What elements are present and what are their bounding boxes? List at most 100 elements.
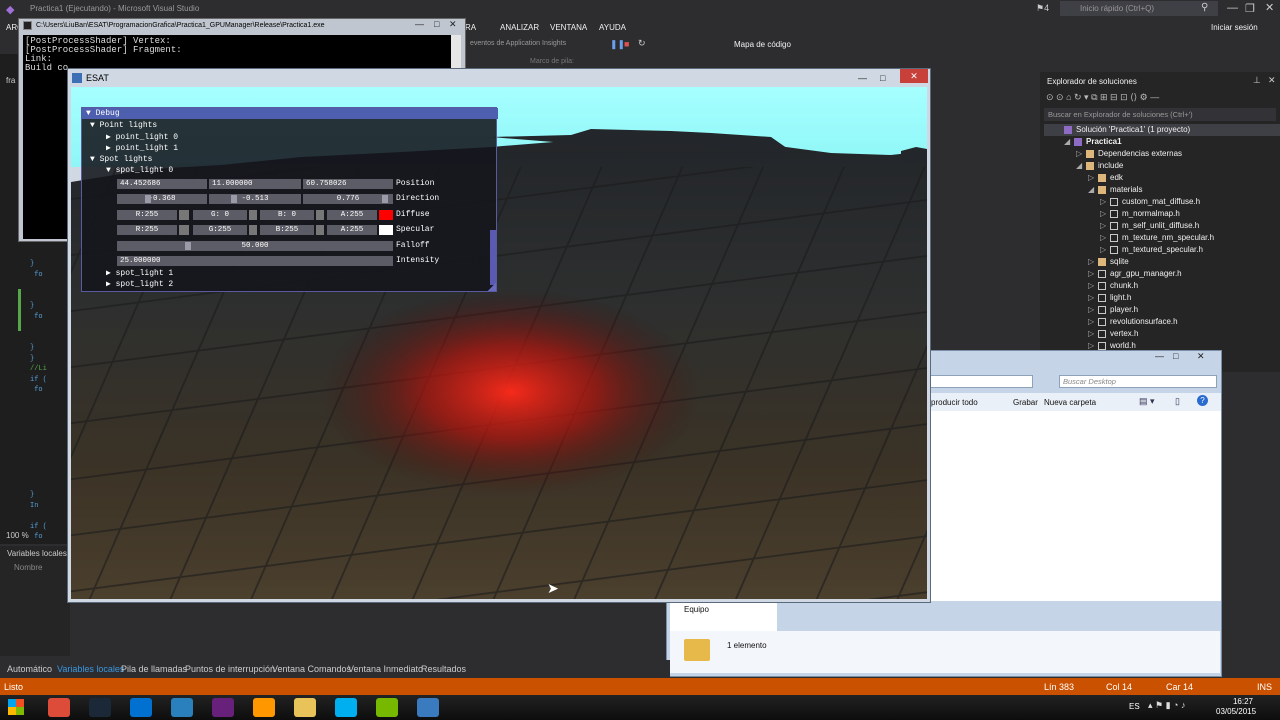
tree-point-light-0[interactable]: ▶ point_light 0 bbox=[106, 133, 178, 143]
imgui-resize-grip[interactable] bbox=[488, 283, 496, 291]
expand-arrow-icon[interactable]: ▷ bbox=[1100, 220, 1110, 232]
console-minimize-icon[interactable]: — bbox=[415, 19, 424, 29]
expand-arrow-icon[interactable]: ▷ bbox=[1088, 256, 1098, 268]
close-icon[interactable]: ✕ bbox=[1265, 1, 1274, 14]
stop-icon[interactable]: ■ bbox=[624, 39, 629, 49]
imgui-scrollbar[interactable] bbox=[490, 230, 496, 285]
tab-puntos-de-interrupcion[interactable]: Puntos de interrupción bbox=[185, 664, 275, 674]
expand-arrow-icon[interactable]: ▷ bbox=[1100, 232, 1110, 244]
slider-grab[interactable] bbox=[231, 195, 237, 203]
diffuse-a-field[interactable]: A:255 bbox=[327, 210, 377, 220]
menu-ventana[interactable]: VENTANA bbox=[550, 23, 587, 32]
specular-g-grab[interactable] bbox=[249, 225, 257, 235]
clock-time[interactable]: 16:27 bbox=[1226, 697, 1260, 706]
diffuse-color-swatch[interactable] bbox=[379, 210, 393, 220]
tray-icons[interactable]: ▴ ⚑ ▮ ◔ ♪ bbox=[1148, 700, 1185, 711]
explorer-minimize-icon[interactable]: — bbox=[1155, 351, 1164, 361]
start-button-icon[interactable] bbox=[8, 699, 24, 715]
tree-point-light-1[interactable]: ▶ point_light 1 bbox=[106, 144, 178, 154]
menu-herramientas[interactable]: RA bbox=[465, 23, 476, 32]
expand-arrow-icon[interactable]: ▷ bbox=[1100, 244, 1110, 256]
notification-flag-icon[interactable]: ⚑4 bbox=[1036, 3, 1049, 14]
expand-arrow-icon[interactable]: ▷ bbox=[1088, 316, 1098, 328]
tree-point-lights[interactable]: ▼ Point lights bbox=[90, 121, 157, 131]
expand-arrow-icon[interactable]: ◢ bbox=[1088, 184, 1098, 196]
explorer-search-input[interactable]: Buscar Desktop bbox=[1059, 375, 1217, 388]
expand-arrow-icon[interactable]: ◢ bbox=[1076, 160, 1086, 172]
uplay-icon[interactable] bbox=[130, 698, 152, 717]
quick-launch-input[interactable]: Inicio rápido (Ctrl+Q) bbox=[1060, 1, 1218, 16]
solution-search-input[interactable]: Buscar en Explorador de soluciones (Ctrl… bbox=[1044, 108, 1276, 121]
diffuse-b-field[interactable]: B: 0 bbox=[260, 210, 314, 220]
solution-tree-item[interactable]: ▷ m_texture_nm_specular.h bbox=[1100, 232, 1214, 244]
explorer-maximize-icon[interactable]: □ bbox=[1173, 351, 1178, 361]
expand-arrow-icon[interactable]: ▷ bbox=[1088, 280, 1098, 292]
solution-tree-item[interactable]: ▷ m_self_unlit_diffuse.h bbox=[1100, 220, 1199, 232]
address-bar[interactable] bbox=[929, 375, 1033, 388]
close-panel-icon[interactable]: ✕ bbox=[1268, 75, 1276, 86]
tab-ventana-inmediato[interactable]: Ventana Inmediato bbox=[348, 664, 423, 674]
file-explorer-icon[interactable] bbox=[294, 698, 316, 717]
tree-spot-light-2[interactable]: ▶ spot_light 2 bbox=[106, 280, 173, 290]
direction-x-slider[interactable]: -0.368 bbox=[117, 194, 207, 204]
solution-tree-item[interactable]: ▷ light.h bbox=[1088, 292, 1131, 304]
diffuse-g-grab[interactable] bbox=[249, 210, 257, 220]
sublime-icon[interactable] bbox=[253, 698, 275, 717]
expand-arrow-icon[interactable]: ▷ bbox=[1100, 196, 1110, 208]
slider-grab[interactable] bbox=[185, 242, 191, 250]
specular-b-grab[interactable] bbox=[316, 225, 324, 235]
solution-tree-item[interactable]: ▷ sqlite bbox=[1088, 256, 1129, 268]
diffuse-g-field[interactable]: G: 0 bbox=[193, 210, 247, 220]
solution-tree-item[interactable]: ▷ Dependencias externas bbox=[1076, 148, 1182, 160]
solution-tree-item[interactable]: ◢ materials bbox=[1088, 184, 1142, 196]
position-x-field[interactable]: 44.452686 bbox=[117, 179, 207, 189]
tree-spot-lights[interactable]: ▼ Spot lights bbox=[90, 155, 152, 165]
specular-r-grab[interactable] bbox=[179, 225, 189, 235]
specular-b-field[interactable]: B:255 bbox=[260, 225, 314, 235]
intensity-field[interactable]: 25.000000 bbox=[117, 256, 393, 266]
sign-in-link[interactable]: Iniciar sesión bbox=[1211, 23, 1258, 32]
solution-tree-item[interactable]: ▷ edk bbox=[1088, 172, 1123, 184]
slider-grab[interactable] bbox=[382, 195, 388, 203]
tree-spot-light-1[interactable]: ▶ spot_light 1 bbox=[106, 269, 173, 279]
diffuse-r-grab[interactable] bbox=[179, 210, 189, 220]
application-insights-dropdown[interactable]: eventos de Application Insights bbox=[470, 40, 566, 47]
menu-analizar[interactable]: ANALIZAR bbox=[500, 23, 539, 32]
language-indicator[interactable]: ES bbox=[1129, 702, 1140, 711]
view-options-icon[interactable]: ▤ ▾ bbox=[1139, 396, 1155, 407]
menu-ayuda[interactable]: AYUDA bbox=[599, 23, 626, 32]
explorer-close-icon[interactable]: ✕ bbox=[1197, 351, 1205, 362]
nvidia-icon[interactable] bbox=[376, 698, 398, 717]
solution-tree-item[interactable]: Solución 'Practica1' (1 proyecto) bbox=[1044, 124, 1280, 136]
expand-arrow-icon[interactable]: ▷ bbox=[1088, 268, 1098, 280]
help-icon[interactable]: ? bbox=[1197, 395, 1208, 406]
chrome-icon[interactable] bbox=[48, 698, 70, 717]
specular-color-swatch[interactable] bbox=[379, 225, 393, 235]
pin-icon[interactable]: ⊥ bbox=[1253, 75, 1261, 86]
slider-grab[interactable] bbox=[145, 195, 151, 203]
esat-maximize-icon[interactable]: □ bbox=[880, 69, 885, 87]
imgui-title-bar[interactable]: ▼ Debug bbox=[82, 108, 498, 119]
steam-icon[interactable] bbox=[89, 698, 111, 717]
tab-variables-locales[interactable]: Variables locales bbox=[57, 664, 124, 674]
solution-tree-item[interactable]: ▷ revolutionsurface.h bbox=[1088, 316, 1178, 328]
play-all-button[interactable]: producir todo bbox=[931, 398, 978, 407]
skype-icon[interactable] bbox=[335, 698, 357, 717]
solution-tree-item[interactable]: ▷ chunk.h bbox=[1088, 280, 1138, 292]
console-maximize-icon[interactable]: □ bbox=[434, 19, 439, 29]
solution-tree-item[interactable]: ▷ m_normalmap.h bbox=[1100, 208, 1180, 220]
position-y-field[interactable]: 11.000000 bbox=[209, 179, 301, 189]
console-close-icon[interactable]: ✕ bbox=[449, 19, 457, 30]
collapse-arrow-icon[interactable]: ▼ bbox=[86, 109, 96, 118]
solution-tree-item[interactable]: ◢ include bbox=[1076, 160, 1123, 172]
solution-tree-item[interactable]: ◢ Practica1 bbox=[1064, 136, 1122, 148]
solution-tree-item[interactable]: ▷ m_textured_specular.h bbox=[1100, 244, 1203, 256]
solution-tree-item[interactable]: ▷ agr_gpu_manager.h bbox=[1088, 268, 1182, 280]
solution-tree-item[interactable]: ▷ vertex.h bbox=[1088, 328, 1138, 340]
new-folder-button[interactable]: Nueva carpeta bbox=[1044, 398, 1096, 407]
expand-arrow-icon[interactable]: ▷ bbox=[1088, 328, 1098, 340]
visual-studio-icon[interactable] bbox=[212, 698, 234, 717]
expand-arrow-icon[interactable]: ▷ bbox=[1088, 172, 1098, 184]
direction-y-slider[interactable]: -0.513 bbox=[209, 194, 301, 204]
esat-window[interactable]: ESAT — □ ✕ ▼ Debug ▼ Point lights ▶ poin… bbox=[67, 68, 931, 603]
